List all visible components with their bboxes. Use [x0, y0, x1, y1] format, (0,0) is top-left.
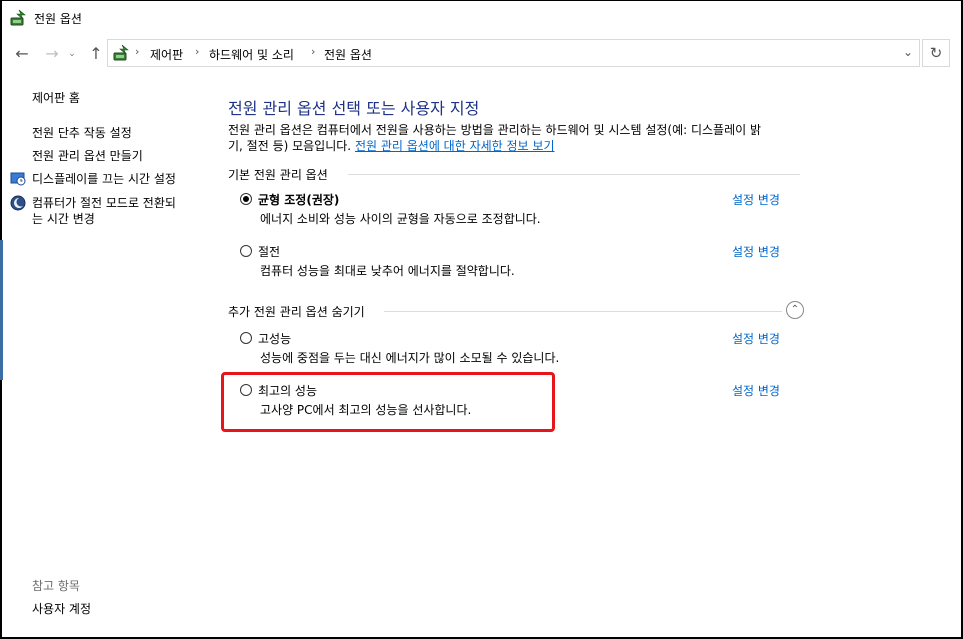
breadcrumb-hardware-sound[interactable]: 하드웨어 및 소리 — [209, 46, 294, 63]
description-line2: 기, 절전 등) 모음입니다. — [228, 139, 352, 153]
forward-arrow-icon[interactable]: → — [42, 44, 62, 64]
plan-radio-power-saver[interactable] — [240, 245, 252, 257]
back-arrow-icon[interactable]: ← — [12, 44, 32, 64]
breadcrumb-power-options[interactable]: 전원 옵션 — [324, 46, 372, 63]
address-bar[interactable]: › 제어판 › 하드웨어 및 소리 › 전원 옵션 ⌄ — [107, 39, 920, 67]
preferred-plans-heading: 기본 전원 관리 옵션 — [228, 168, 328, 182]
power-options-icon — [113, 44, 131, 62]
change-plan-settings-link[interactable]: 설정 변경 — [732, 382, 780, 399]
change-plan-settings-link[interactable]: 설정 변경 — [732, 243, 780, 260]
description-line1: 전원 관리 옵션은 컴퓨터에서 전원을 사용하는 방법을 관리하는 하드웨어 및… — [228, 123, 762, 137]
plan-description: 성능에 중점을 두는 대신 에너지가 많이 소모될 수 있습니다. — [260, 351, 560, 365]
plan-high-performance: 고성능 성능에 중점을 두는 대신 에너지가 많이 소모될 수 있습니다. 설정… — [240, 330, 800, 370]
power-button-settings-link[interactable]: 전원 단추 작동 설정 — [32, 125, 132, 141]
plan-description: 에너지 소비와 성능 사이의 균형을 자동으로 조정합니다. — [260, 212, 541, 226]
refresh-icon[interactable]: ↻ — [922, 39, 950, 67]
up-arrow-icon[interactable]: ↑ — [86, 44, 106, 64]
control-panel-home-link[interactable]: 제어판 홈 — [32, 90, 80, 106]
see-also-heading: 참고 항목 — [32, 579, 80, 593]
breadcrumb-separator-icon[interactable]: › — [135, 45, 139, 58]
sleep-time-link-line1[interactable]: 컴퓨터가 절전 모드로 전환되 — [32, 195, 176, 211]
more-info-link[interactable]: 전원 관리 옵션에 대한 자세한 정보 보기 — [355, 139, 555, 153]
additional-plans-heading[interactable]: 추가 전원 관리 옵션 숨기기 — [228, 303, 365, 320]
power-options-icon — [10, 9, 28, 27]
address-dropdown-icon[interactable]: ⌄ — [903, 45, 913, 59]
navigation-bar: ← → ⌄ ↑ › 제어판 › 하드웨어 및 소리 › 전원 옵션 ⌄ ↻ — [2, 36, 961, 72]
chevron-down-icon[interactable]: ⌄ — [62, 44, 82, 64]
plan-name[interactable]: 고성능 — [258, 330, 291, 347]
sidebar: 제어판 홈 전원 단추 작동 설정 전원 관리 옵션 만들기 디스플레이를 끄는… — [2, 80, 202, 630]
plan-name[interactable]: 절전 — [258, 243, 280, 260]
plan-description: 컴퓨터 성능을 최대로 낮추어 에너지를 절약합니다. — [260, 264, 515, 278]
highlight-annotation-box — [221, 372, 555, 432]
sleep-time-link-line2[interactable]: 는 시간 변경 — [32, 211, 95, 227]
main-content: 전원 관리 옵션 선택 또는 사용자 지정 전원 관리 옵션은 컴퓨터에서 전원… — [218, 80, 818, 600]
group-divider — [384, 311, 782, 312]
change-plan-settings-link[interactable]: 설정 변경 — [732, 191, 780, 208]
plan-radio-high-performance[interactable] — [240, 332, 252, 344]
group-divider — [348, 174, 800, 175]
plan-name[interactable]: 균형 조정(권장) — [258, 191, 339, 208]
page-title: 전원 관리 옵션 선택 또는 사용자 지정 — [228, 99, 480, 118]
user-accounts-link[interactable]: 사용자 계정 — [32, 600, 91, 617]
display-off-time-link[interactable]: 디스플레이를 끄는 시간 설정 — [32, 171, 176, 187]
breadcrumb-control-panel[interactable]: 제어판 — [150, 46, 183, 63]
collapse-chevron-up-icon[interactable]: ⌃ — [786, 301, 804, 319]
window-title: 전원 옵션 — [34, 12, 82, 26]
sleep-moon-icon — [10, 195, 26, 211]
display-clock-icon — [10, 171, 26, 187]
create-power-plan-link[interactable]: 전원 관리 옵션 만들기 — [32, 148, 143, 164]
plan-radio-balanced[interactable] — [240, 193, 252, 205]
page-description: 전원 관리 옵션은 컴퓨터에서 전원을 사용하는 방법을 관리하는 하드웨어 및… — [228, 122, 808, 154]
breadcrumb-separator-icon[interactable]: › — [195, 45, 199, 58]
change-plan-settings-link[interactable]: 설정 변경 — [732, 330, 780, 347]
plan-balanced: 균형 조정(권장) 에너지 소비와 성능 사이의 균형을 자동으로 조정합니다.… — [240, 191, 800, 231]
plan-power-saver: 절전 컴퓨터 성능을 최대로 낮추어 에너지를 절약합니다. 설정 변경 — [240, 243, 800, 283]
title-bar: 전원 옵션 — [2, 1, 961, 33]
breadcrumb-separator-icon[interactable]: › — [311, 45, 315, 58]
